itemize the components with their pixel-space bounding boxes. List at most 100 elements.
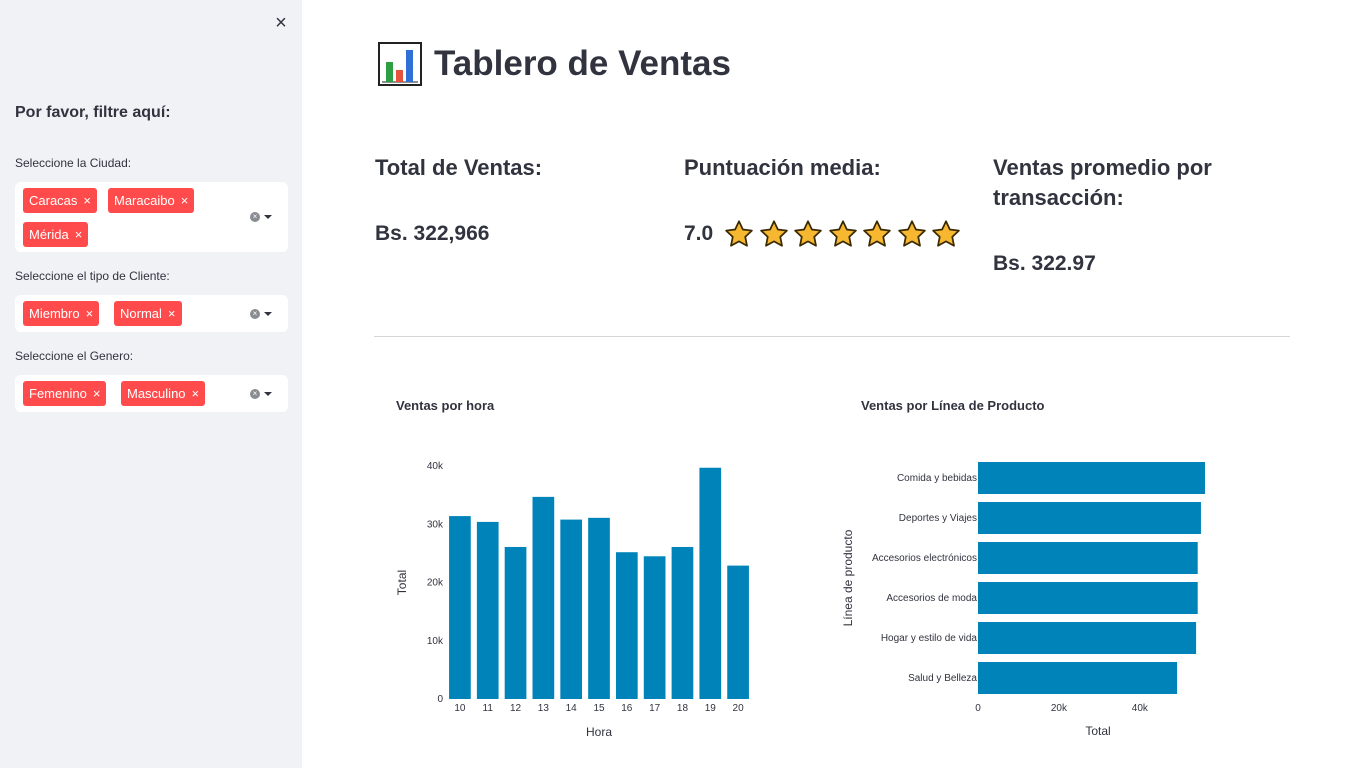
x-tick-label: 20 [733,703,745,714]
x-tick-label: 18 [677,703,689,714]
y-tick-label: 40k [427,461,444,472]
remove-tag-icon[interactable]: × [192,386,200,401]
gender-multiselect[interactable]: Femenino × Masculino × × [15,375,288,412]
close-icon[interactable]: × [270,12,292,34]
sidebar: × Por favor, filtre aquí: Seleccione la … [0,0,302,768]
star-icon [932,220,960,247]
y-tick-label: 30k [427,519,444,530]
y-tick-label: Deportes y Viajes [899,513,977,524]
remove-tag-icon[interactable]: × [75,227,83,242]
clear-all-icon[interactable]: × [250,389,260,399]
bar[interactable] [615,552,638,699]
remove-tag-icon[interactable]: × [168,306,176,321]
star-icon [897,220,926,247]
bar[interactable] [588,517,610,699]
star-icon [759,220,788,247]
sidebar-header: Por favor, filtre aquí: [15,104,171,121]
rating-stars [724,219,966,249]
x-tick-label: 20k [1051,703,1068,714]
bar[interactable] [978,622,1197,654]
bar[interactable] [643,556,666,699]
divider [374,336,1290,337]
app: × Por favor, filtre aquí: Seleccione la … [0,0,1366,768]
hourly-sales-chart: 0 10k 20k 30k 40k 10 11 12 13 14 15 16 17 18 19 20 Hora T… [395,461,749,739]
y-axis-title: Total [395,570,409,595]
multiselect-controls: × [250,307,276,321]
customer-type-filter-label: Seleccione el tipo de Cliente: [15,269,170,283]
bar[interactable] [978,542,1198,574]
x-tick-label: 12 [510,703,522,714]
star-icon [828,220,857,247]
y-tick-label: Salud y Belleza [908,673,977,684]
bar[interactable] [699,467,722,699]
tag-label: Normal [120,306,162,321]
customer-type-multiselect[interactable]: Miembro × Normal × × [15,295,288,332]
gender-filter-label: Seleccione el Genero: [15,349,134,363]
avg-per-transaction-value: Bs. 322.97 [993,252,1096,275]
y-tick-label: 0 [437,694,443,705]
x-tick-label: 11 [483,703,494,714]
remove-tag-icon[interactable]: × [181,193,189,208]
tag-label: Caracas [29,193,78,208]
multiselect-controls: × [250,387,276,401]
bar[interactable] [727,565,749,699]
clear-all-icon[interactable]: × [250,212,260,222]
remove-tag-icon[interactable]: × [83,193,91,208]
bar[interactable] [532,496,555,699]
total-sales-value: Bs. 322,966 [375,222,490,245]
bar[interactable] [476,521,499,699]
product-line-chart-title: Ventas por Línea de Producto [861,398,1045,413]
x-tick-label: 15 [593,703,605,714]
y-tick-label: 10k [427,636,444,647]
y-tick-label: Hogar y estilo de vida [881,633,978,644]
tag-label: Mérida [29,227,69,242]
y-axis-title: Línea de producto [841,529,855,626]
x-tick-label: 13 [538,703,550,714]
total-sales-label: Total de Ventas: [375,155,543,180]
avg-per-transaction-label: Ventas promedio por transacción: [993,155,1212,210]
chevron-down-icon[interactable] [264,392,272,396]
bar[interactable] [560,519,583,699]
tag-masculino: Masculino × [121,381,206,406]
x-tick-label: 10 [454,703,466,714]
product-line-sales-chart: Comida y bebidas Deportes y Viajes Accesor… [841,462,1205,738]
bar[interactable] [978,662,1178,694]
x-tick-label: 14 [566,703,578,714]
bar[interactable] [504,546,527,699]
tag-miembro: Miembro × [23,301,100,326]
x-tick-label: 16 [621,703,633,714]
bar[interactable] [978,502,1201,534]
remove-tag-icon[interactable]: × [86,306,94,321]
star-icon [794,220,822,247]
tag-maracaibo: Maracaibo × [108,188,195,213]
bar[interactable] [449,516,471,699]
chevron-down-icon[interactable] [264,312,272,316]
x-tick-label: 17 [649,703,661,714]
title-text: Tablero de Ventas [434,44,731,83]
city-multiselect[interactable]: Caracas × Maracaibo × Mérida × × [15,182,288,252]
tag-label: Miembro [29,306,80,321]
bar[interactable] [671,546,694,699]
multiselect-controls: × [250,210,276,224]
bar-chart-icon [378,42,422,86]
tag-label: Femenino [29,386,87,401]
y-tick-label: 20k [427,578,444,589]
star-icon [863,220,891,247]
hourly-chart-title: Ventas por hora [396,398,495,413]
page-title: Tablero de Ventas [378,40,731,88]
tag-femenino: Femenino × [23,381,107,406]
chevron-down-icon[interactable] [264,215,272,219]
x-tick-label: 19 [705,703,717,714]
x-tick-label: 40k [1132,703,1149,714]
x-axis-title: Total [1085,724,1110,738]
city-filter-label: Seleccione la Ciudad: [15,156,132,170]
bar[interactable] [978,582,1198,614]
y-tick-label: Accesorios de moda [886,593,977,604]
bar[interactable] [978,462,1205,494]
tag-normal: Normal × [114,301,182,326]
avg-rating-label: Puntuación media: [684,155,881,180]
remove-tag-icon[interactable]: × [93,386,101,401]
x-tick-label: 0 [975,703,981,714]
tag-label: Masculino [127,386,186,401]
clear-all-icon[interactable]: × [250,309,260,319]
